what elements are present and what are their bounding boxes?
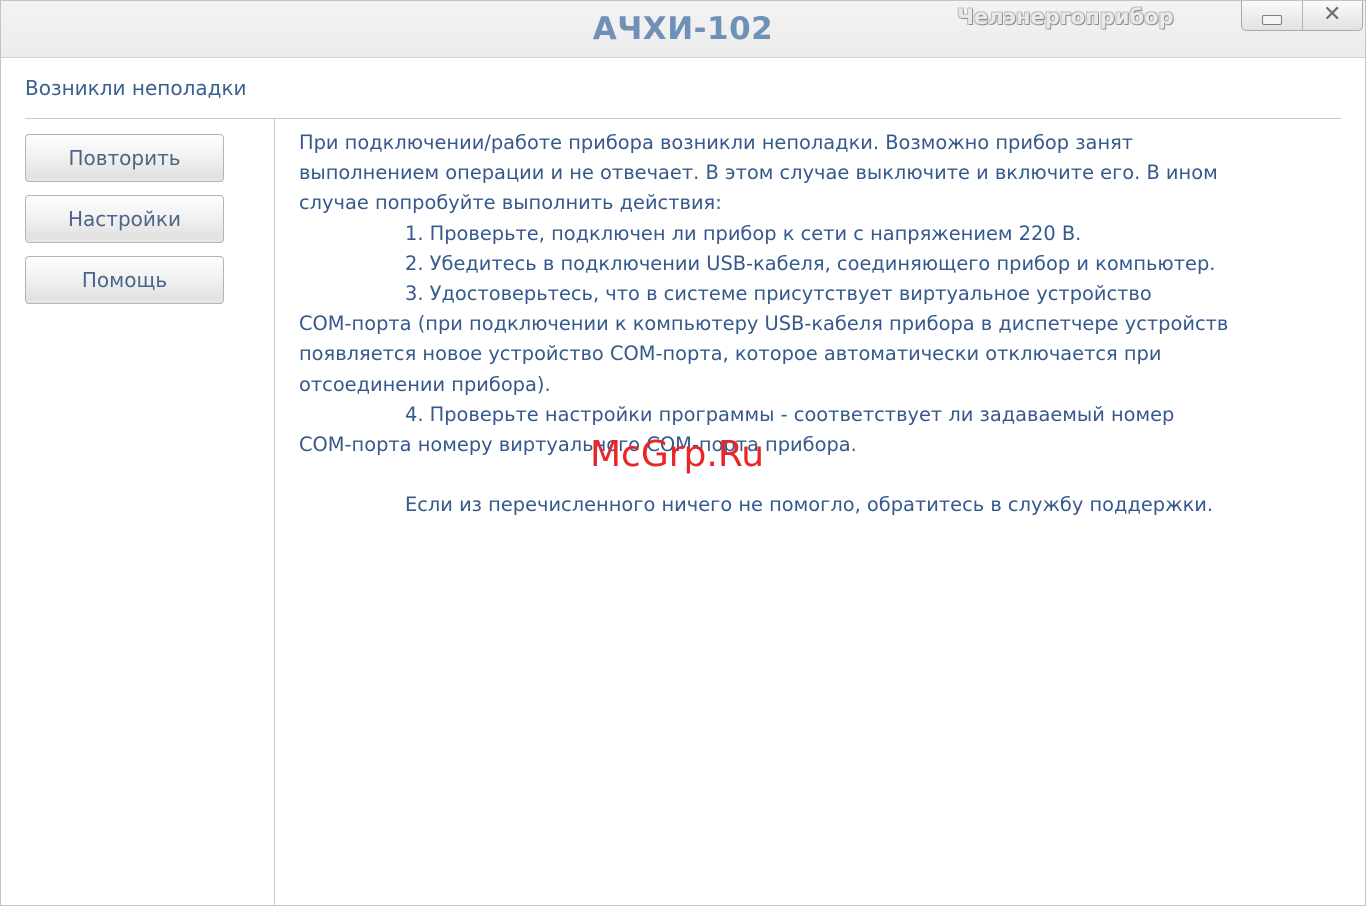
settings-button[interactable]: Настройки xyxy=(25,195,224,243)
message-line: COM-порта (при подключении к компьютеру … xyxy=(299,312,1229,336)
step-3: 3. Удостоверьтесь, что в системе присутс… xyxy=(405,281,1152,305)
message-line: случае попробуйте выполнить действия: xyxy=(299,191,722,215)
error-message: При подключении/работе прибора возникли … xyxy=(299,128,1339,520)
minimize-icon xyxy=(1261,14,1282,25)
close-icon: ✕ xyxy=(1323,1,1342,27)
message-line: выполнением операции и не отвечает. В эт… xyxy=(299,161,1218,185)
horizontal-divider xyxy=(25,118,1341,119)
message-line: отсоединении прибора). xyxy=(299,372,551,396)
step-4: 4. Проверьте настройки программы - соотв… xyxy=(405,402,1175,426)
message-line: COM-порта номеру виртуального COM-порта … xyxy=(299,432,857,456)
support-note: Если из перечисленного ничего не помогло… xyxy=(405,493,1214,517)
status-heading: Возникли неполадки xyxy=(25,76,247,100)
brand-logo: Челэнергоприбор xyxy=(957,5,1174,29)
close-button[interactable]: ✕ xyxy=(1301,1,1363,30)
title-bar[interactable]: АЧХИ-102 Челэнергоприбор ✕ xyxy=(1,1,1365,58)
window-controls: ✕ xyxy=(1241,1,1363,31)
message-line: При подключении/работе прибора возникли … xyxy=(299,131,1134,154)
watermark: McGrp.Ru xyxy=(590,434,765,475)
step-1: 1. Проверьте, подключен ли прибор к сети… xyxy=(405,221,1082,245)
minimize-button[interactable] xyxy=(1242,1,1302,30)
step-2: 2. Убедитесь в подключении USB-кабеля, с… xyxy=(405,251,1216,275)
help-button[interactable]: Помощь xyxy=(25,256,224,304)
vertical-divider xyxy=(274,118,275,906)
retry-button[interactable]: Повторить xyxy=(25,134,224,182)
message-line: появляется новое устройство COM-порта, к… xyxy=(299,342,1162,366)
